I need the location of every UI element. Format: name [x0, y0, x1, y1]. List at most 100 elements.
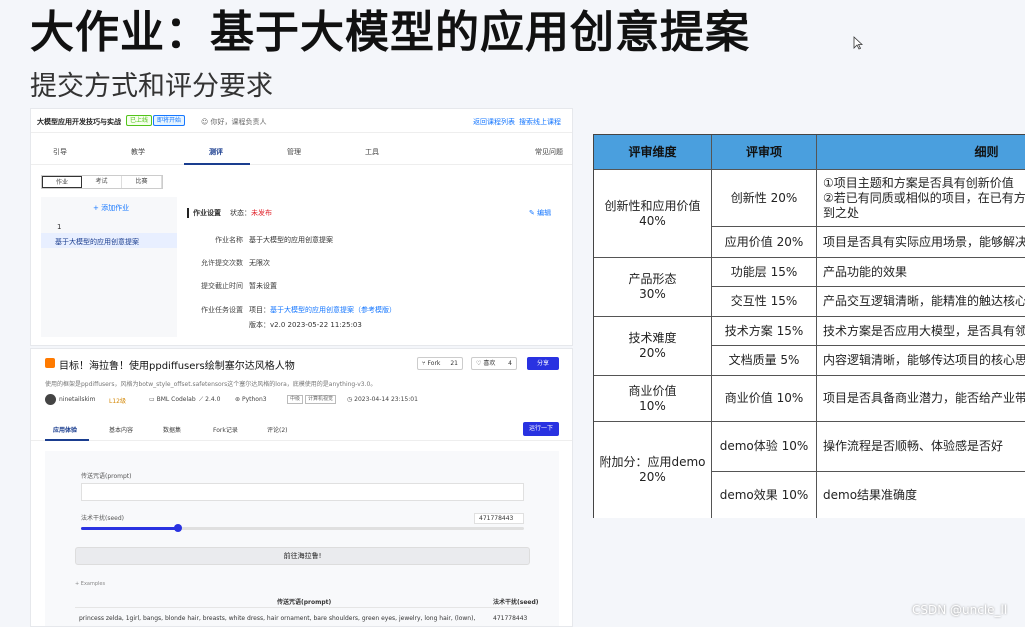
mouse-cursor-icon — [853, 36, 863, 50]
watermark: CSDN @uncle_ll — [912, 603, 1008, 617]
user-icon: ☺ — [201, 118, 209, 126]
homework-number: 1 — [57, 223, 62, 231]
faq-link[interactable]: 常见问题 — [535, 147, 563, 157]
field-value-name: 基于大模型的应用创意提案 — [249, 236, 333, 244]
fork-count: 21 — [450, 360, 458, 367]
detail-interaction: 产品交互逻辑清晰，能精准的触达核心功 — [817, 287, 1025, 317]
monitor-icon: ▭ — [149, 396, 155, 403]
nav-guide[interactable]: 引导 — [53, 147, 67, 157]
detail-tech-plan: 技术方案是否应用大模型，是否具有领先 — [817, 317, 1025, 346]
language: ⊛ Python3 — [235, 396, 267, 403]
paddle-icon: ⟋ — [199, 396, 204, 403]
edit-button[interactable]: ✎ 编辑 — [529, 208, 551, 218]
status-badge: 即将开始 — [153, 115, 186, 126]
share-button[interactable]: 分享 — [527, 357, 559, 370]
detail-business: 项目是否具备商业潜力，能否给产业带来 — [817, 376, 1025, 422]
nav-evaluation[interactable]: 测评 — [209, 147, 223, 157]
prompt-input[interactable] — [81, 483, 524, 501]
prompt-label: 传送咒语(prompt) — [81, 473, 132, 480]
nav-tools[interactable]: 工具 — [365, 147, 379, 157]
fork-button[interactable]: ⑂ Fork 21 — [417, 357, 463, 370]
publish-date: ◷ 2023-04-14 23:15:01 — [347, 396, 418, 403]
field-value-task: 项目：基于大模型的应用创意提案（参考模版） — [249, 306, 396, 314]
fork-icon: ⑂ — [422, 360, 426, 367]
examples-col-seed: 法术干扰(seed) — [493, 599, 539, 606]
detail-app-value: 项目是否具有实际应用场景，能够解决实 — [817, 227, 1025, 258]
field-value-attempts: 无限次 — [249, 259, 270, 267]
tab-dataset[interactable]: 数据集 — [163, 425, 181, 434]
item-innovation: 创新性 20% — [712, 170, 817, 227]
env-name: ▭ BML Codelab — [149, 396, 196, 403]
field-label-attempts: 允许提交次数 — [201, 259, 243, 267]
author-avatar[interactable] — [45, 394, 56, 405]
tag-level: 中级 — [287, 395, 304, 404]
nav-active-indicator — [184, 163, 250, 165]
publish-status: 状态：未发布 — [230, 209, 272, 217]
dimension-business: 商业价值 10% — [594, 376, 712, 422]
example-prompt: princess zelda, 1girl, bangs, blonde hai… — [79, 615, 476, 622]
task-template-link[interactable]: 基于大模型的应用创意提案（参考模版） — [270, 306, 396, 314]
nav-manage[interactable]: 管理 — [287, 147, 301, 157]
detail-innovation: ①项目主题和方案是否具有创新价值 ②若已有同质或相似的项目，在已有方案 到之处 — [817, 170, 1025, 227]
field-label-task: 作业任务设置 — [201, 306, 243, 314]
homework-list-panel — [41, 197, 177, 337]
project-description: 使用的框架是ppdiffusers，风格为botw_style_offset.s… — [45, 381, 377, 388]
tag-cv: 计算机视觉 — [305, 395, 337, 404]
edit-icon: ✎ — [529, 209, 535, 217]
tab-contest[interactable]: 比赛 — [122, 176, 162, 188]
item-demo-experience: demo体验 10% — [712, 422, 817, 472]
user-greeting: ☺ 你好，课程负责人 — [201, 118, 267, 126]
tab-active-indicator — [45, 439, 89, 441]
section-title: 作业设置 — [187, 208, 221, 218]
dimension-innovation: 创新性和应用价值 40% — [594, 170, 712, 258]
task-version: 版本：v2.0 2023-05-22 11:25:03 — [249, 321, 362, 329]
homework-item-name[interactable]: 基于大模型的应用创意提案 — [55, 237, 139, 247]
tab-homework[interactable]: 作业 — [42, 176, 82, 188]
course-name: 大模型应用开发技巧与实战 — [37, 118, 121, 126]
detail-demo-result: demo结果准确度 — [817, 472, 1025, 518]
author-name[interactable]: ninetailskim — [59, 396, 95, 403]
tab-basic-content[interactable]: 基本内容 — [109, 425, 133, 434]
dimension-tech: 技术难度 20% — [594, 317, 712, 376]
slide-title: 大作业：基于大模型的应用创意提案 — [30, 7, 750, 58]
dimension-product: 产品形态 30% — [594, 258, 712, 317]
header-item: 评审项 — [712, 135, 817, 170]
project-tabs: 应用体验 基本内容 数据集 Fork记录 评论(2) — [31, 415, 572, 441]
nav-teaching[interactable]: 教学 — [131, 147, 145, 157]
course-nav: 引导 教学 测评 管理 工具 常见问题 — [31, 133, 572, 165]
seed-slider[interactable] — [81, 524, 524, 532]
tab-fork-records[interactable]: Fork记录 — [213, 425, 238, 434]
example-seed: 471778443 — [493, 615, 528, 622]
item-doc-quality: 文档质量 5% — [712, 346, 817, 376]
search-course-link[interactable]: 搜索线上课程 — [519, 117, 561, 127]
tab-app-demo[interactable]: 应用体验 — [53, 425, 77, 434]
tab-comments[interactable]: 评论(2) — [267, 425, 288, 434]
heart-icon: ♡ — [476, 360, 482, 367]
field-label-deadline: 提交截止时间 — [201, 282, 243, 290]
seed-label: 法术干扰(seed) — [81, 515, 124, 522]
online-badge: 已上线 — [126, 115, 153, 126]
examples-toggle[interactable]: + Examples — [75, 581, 105, 587]
header-detail: 细则 — [817, 135, 1025, 170]
examples-col-prompt: 传送咒语(prompt) — [277, 599, 332, 606]
back-to-list-link[interactable]: 返回课程列表 — [473, 117, 515, 127]
tab-exam[interactable]: 考试 — [82, 176, 122, 188]
item-demo-result: demo效果 10% — [712, 472, 817, 518]
generate-button[interactable]: 前往海拉鲁! — [75, 547, 530, 565]
seed-slider-fill — [81, 527, 179, 530]
item-business: 商业价值 10% — [712, 376, 817, 422]
item-tech-plan: 技术方案 15% — [712, 317, 817, 346]
project-page-screenshot: 目标！海拉鲁！使用ppdiffusers绘制塞尔达风格人物 ⑂ Fork 21 ♡… — [30, 348, 573, 627]
course-header: 大模型应用开发技巧与实战 已上线 即将开始 ☺ 你好，课程负责人 返回课程列表 … — [31, 109, 572, 133]
run-button[interactable]: 运行一下 — [523, 422, 559, 436]
slide-subtitle: 提交方式和评分要求 — [30, 71, 273, 102]
add-homework-button[interactable]: + 添加作业 — [93, 203, 129, 213]
author-level: L12级 — [109, 398, 126, 405]
detail-function: 产品功能的效果 — [817, 258, 1025, 287]
field-label-name: 作业名称 — [215, 236, 243, 244]
like-button[interactable]: ♡ 喜欢 4 — [471, 357, 517, 370]
framework-version: ⟋ 2.4.0 — [199, 396, 221, 403]
grading-table: 评审维度 评审项 细则 创新性和应用价值 40% 创新性 20% ①项目主题和方… — [593, 134, 1025, 518]
seed-input[interactable]: 471778443 — [474, 513, 524, 524]
detail-demo-experience: 操作流程是否顺畅、体验感是否好 — [817, 422, 1025, 472]
